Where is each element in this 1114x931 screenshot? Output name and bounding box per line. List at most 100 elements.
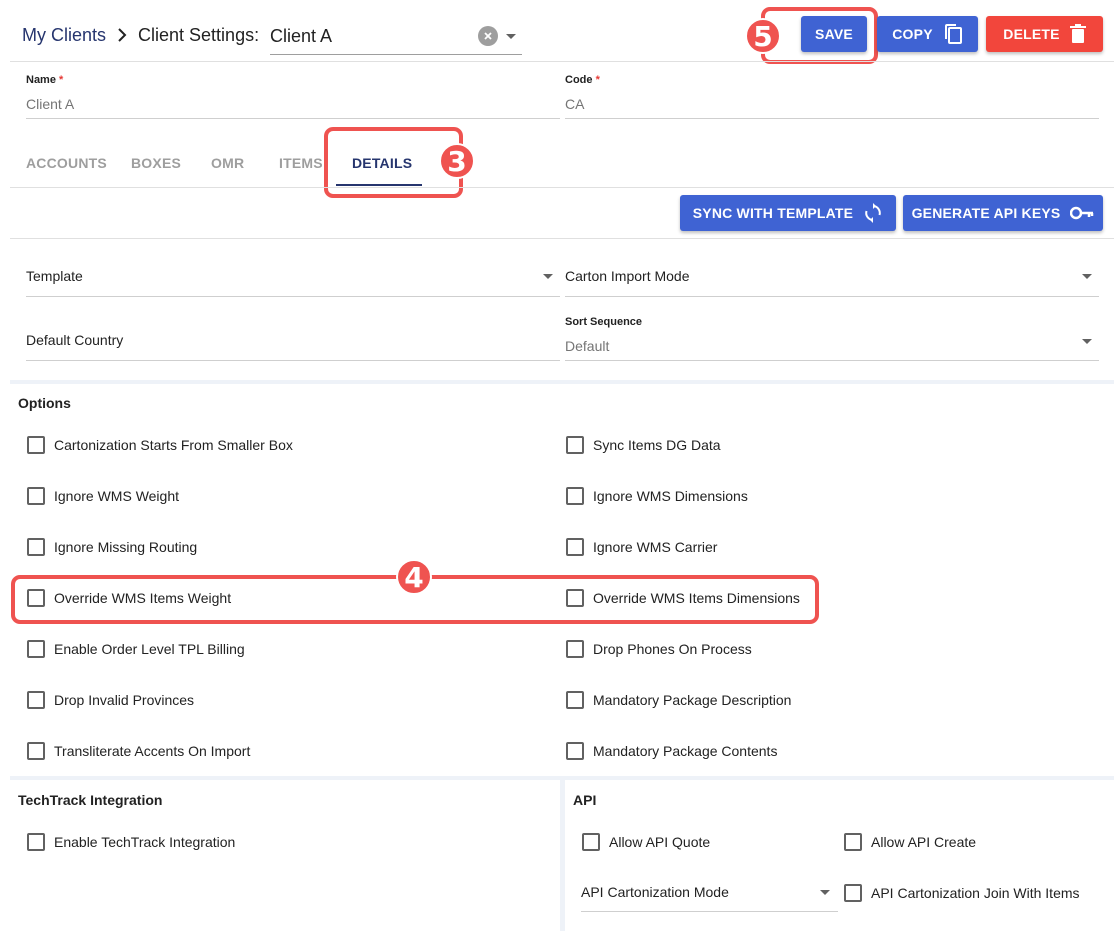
- chevron-down-icon[interactable]: [506, 33, 516, 39]
- sync-with-template-button[interactable]: SYNC WITH TEMPLATE: [680, 195, 896, 231]
- default-country-field[interactable]: Default Country: [26, 332, 123, 348]
- checkbox-box[interactable]: [566, 691, 584, 709]
- generate-api-keys-button[interactable]: GENERATE API KEYS: [903, 195, 1103, 231]
- actions-divider: [10, 238, 1114, 239]
- section-divider: [10, 380, 1114, 384]
- sort-sequence-label: Sort Sequence: [565, 316, 643, 328]
- api-cartonization-join-items-checkbox[interactable]: API Cartonization Join With Items: [844, 881, 1080, 905]
- sort-sequence-underline: [565, 360, 1099, 361]
- name-field-underline: [26, 118, 560, 119]
- tab-omr[interactable]: OMR: [211, 155, 244, 171]
- key-icon: [1070, 206, 1094, 220]
- annotation-badge-3: 3: [439, 143, 475, 179]
- option-checkbox-left-6[interactable]: Transliterate Accents On Import: [27, 739, 250, 763]
- code-label-text: Code: [565, 74, 593, 86]
- checkbox-label: Sync Items DG Data: [593, 437, 721, 453]
- checkbox-box[interactable]: [844, 884, 862, 902]
- name-label-text: Name: [26, 74, 56, 86]
- option-checkbox-left-1[interactable]: Ignore WMS Weight: [27, 484, 179, 508]
- option-checkbox-right-6[interactable]: Mandatory Package Contents: [566, 739, 777, 763]
- template-underline: [26, 296, 560, 297]
- copy-icon: [944, 24, 962, 44]
- carton-import-underline: [565, 296, 1099, 297]
- checkbox-box[interactable]: [844, 833, 862, 851]
- checkbox-label: Enable Order Level TPL Billing: [54, 641, 245, 657]
- checkbox-label: Ignore WMS Weight: [54, 488, 180, 504]
- checkbox-box[interactable]: [566, 436, 584, 454]
- breadcrumb-client-settings: Client Settings:: [138, 24, 260, 45]
- required-mark: *: [59, 74, 64, 86]
- checkbox-box[interactable]: [27, 436, 45, 454]
- api-cartonization-underline: [581, 911, 838, 912]
- option-checkbox-left-4[interactable]: Enable Order Level TPL Billing: [27, 637, 245, 661]
- checkbox-box[interactable]: [566, 640, 584, 658]
- checkbox-label: Cartonization Starts From Smaller Box: [54, 437, 293, 453]
- breadcrumb: My Clients Client Settings:: [22, 22, 259, 48]
- option-checkbox-left-2[interactable]: Ignore Missing Routing: [27, 535, 197, 559]
- code-field-label: Code *: [565, 74, 600, 86]
- option-checkbox-left-0[interactable]: Cartonization Starts From Smaller Box: [27, 433, 293, 457]
- chevron-down-icon[interactable]: [820, 890, 830, 895]
- checkbox-box[interactable]: [27, 640, 45, 658]
- option-checkbox-right-1[interactable]: Ignore WMS Dimensions: [566, 484, 748, 508]
- option-checkbox-right-2[interactable]: Ignore WMS Carrier: [566, 535, 717, 559]
- api-title: API: [573, 792, 597, 808]
- delete-button[interactable]: DELETE: [986, 16, 1103, 52]
- tabs-divider: [10, 187, 1114, 188]
- carton-import-mode-select[interactable]: Carton Import Mode: [565, 268, 690, 284]
- trash-icon: [1069, 24, 1086, 43]
- option-checkbox-right-5[interactable]: Mandatory Package Description: [566, 688, 791, 712]
- allow-api-create-checkbox[interactable]: Allow API Create: [844, 830, 976, 854]
- save-button[interactable]: SAVE: [801, 16, 867, 52]
- checkbox-box[interactable]: [566, 538, 584, 556]
- name-field-label: Name *: [26, 74, 63, 86]
- techtrack-title: TechTrack Integration: [18, 792, 163, 808]
- copy-button-label: COPY: [892, 26, 933, 42]
- api-cartonization-mode-select[interactable]: API Cartonization Mode: [581, 884, 729, 900]
- tab-boxes[interactable]: BOXES: [131, 155, 181, 171]
- checkbox-box[interactable]: [27, 691, 45, 709]
- chevron-down-icon[interactable]: [543, 274, 553, 279]
- chevron-down-icon[interactable]: [1082, 339, 1092, 344]
- api-keys-button-label: GENERATE API KEYS: [911, 205, 1061, 221]
- template-select[interactable]: Template: [26, 268, 83, 284]
- checkbox-label: Enable TechTrack Integration: [54, 834, 236, 850]
- chevron-down-icon[interactable]: [1082, 274, 1092, 279]
- checkbox-box[interactable]: [27, 833, 45, 851]
- enable-techtrack-checkbox[interactable]: Enable TechTrack Integration: [27, 830, 235, 854]
- default-country-underline: [26, 360, 560, 361]
- clear-icon[interactable]: [478, 26, 498, 46]
- required-mark: *: [595, 74, 600, 86]
- checkbox-label: Mandatory Package Description: [593, 692, 792, 708]
- checkbox-box[interactable]: [27, 742, 45, 760]
- code-field-underline: [565, 118, 1099, 119]
- checkbox-label: Drop Invalid Provinces: [54, 692, 195, 708]
- annotation-badge-4: 4: [396, 559, 432, 595]
- tab-accounts[interactable]: ACCOUNTS: [26, 155, 107, 171]
- copy-button[interactable]: COPY: [877, 16, 978, 52]
- sync-icon: [865, 203, 882, 223]
- code-field[interactable]: CA: [565, 96, 1099, 112]
- name-field[interactable]: Client A: [26, 96, 560, 112]
- checkbox-label: Ignore WMS Dimensions: [593, 488, 748, 504]
- checkbox-label: Transliterate Accents On Import: [54, 743, 251, 759]
- annotation-badge-5: 5: [745, 18, 781, 54]
- checkbox-label: Mandatory Package Contents: [593, 743, 778, 759]
- tab-items[interactable]: ITEMS: [279, 155, 323, 171]
- checkbox-label: API Cartonization Join With Items: [871, 885, 1080, 901]
- sort-sequence-select[interactable]: Default: [565, 338, 609, 354]
- checkbox-box[interactable]: [582, 833, 600, 851]
- chevron-right-icon: [116, 28, 128, 42]
- option-checkbox-right-4[interactable]: Drop Phones On Process: [566, 637, 752, 661]
- checkbox-box[interactable]: [566, 742, 584, 760]
- client-select[interactable]: Client A: [270, 18, 522, 55]
- allow-api-quote-checkbox[interactable]: Allow API Quote: [582, 830, 710, 854]
- checkbox-box[interactable]: [27, 538, 45, 556]
- option-checkbox-right-0[interactable]: Sync Items DG Data: [566, 433, 721, 457]
- checkbox-box[interactable]: [27, 487, 45, 505]
- breadcrumb-my-clients[interactable]: My Clients: [22, 25, 106, 46]
- option-checkbox-left-5[interactable]: Drop Invalid Provinces: [27, 688, 194, 712]
- header-divider: [10, 61, 1114, 62]
- column-divider: [560, 780, 565, 931]
- checkbox-box[interactable]: [566, 487, 584, 505]
